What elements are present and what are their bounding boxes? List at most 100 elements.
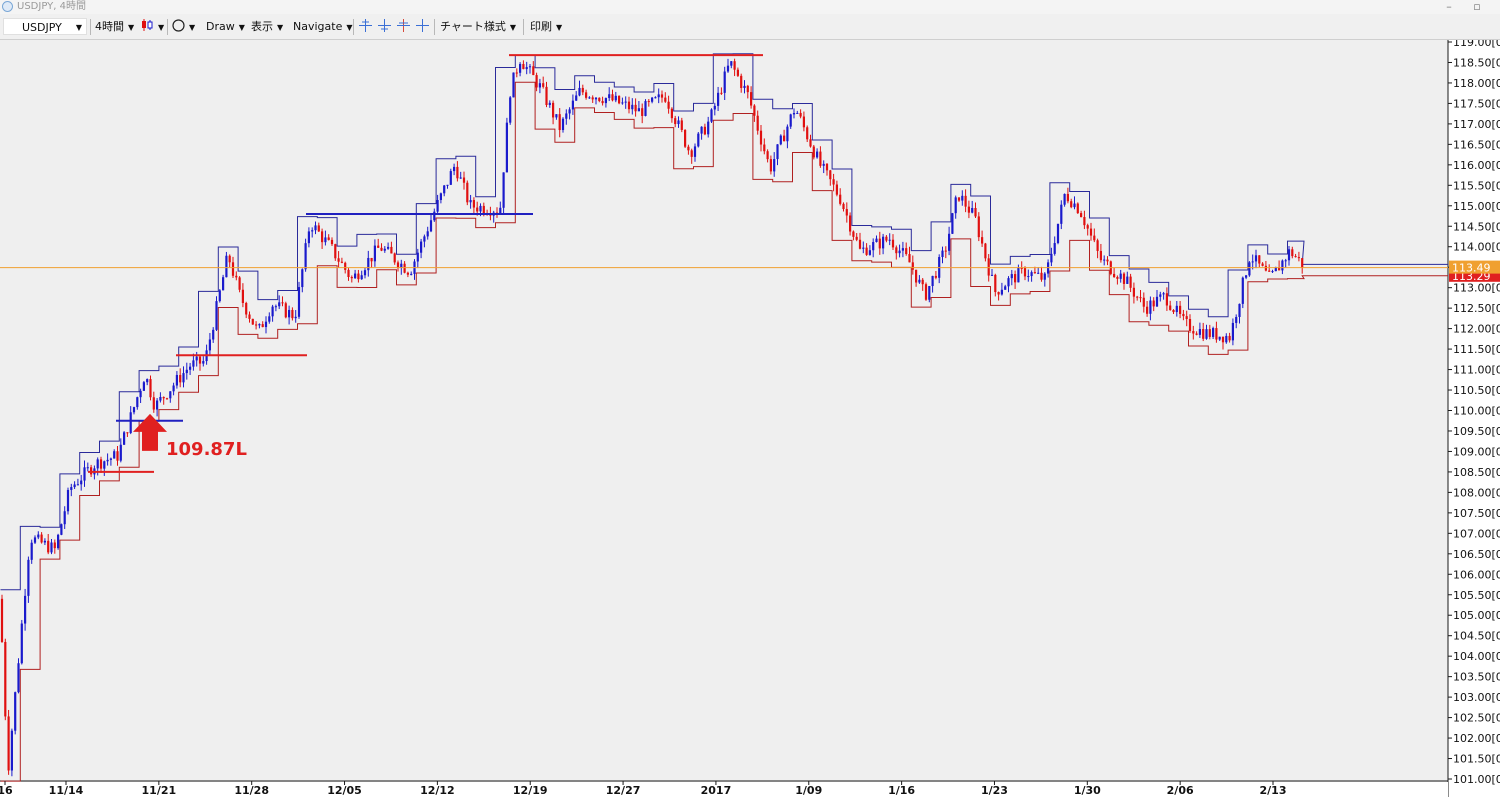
crosshair-button-3[interactable] (396, 18, 411, 36)
crosshair-button-4[interactable] (415, 18, 430, 36)
candle-body (829, 170, 832, 180)
draw-menu[interactable]: Draw ▼ (206, 18, 245, 36)
candle-body (684, 129, 687, 147)
chart-style-menu[interactable]: チャート様式 ▼ (440, 18, 516, 36)
candle-body (337, 258, 340, 262)
candle-body (895, 247, 898, 254)
price-tick-label: 116.50[0 (1453, 138, 1500, 151)
candle-body (334, 244, 337, 259)
price-tick-label: 110.50[0 (1453, 384, 1500, 397)
candle-body (172, 385, 175, 392)
candle-body (307, 231, 310, 244)
candle-body (651, 97, 654, 102)
price-tick-label: 112.50[0 (1453, 302, 1500, 315)
price-chart[interactable]: 109.87L 119.00[0 118.50[0 118.00[0 117.50[0… (0, 36, 1500, 797)
candle-body (1268, 270, 1271, 272)
candle-body (987, 258, 990, 276)
restore-icon[interactable]: ▫ (1466, 0, 1488, 14)
candle-body (43, 540, 46, 543)
candle-body (1073, 203, 1076, 208)
candle-body (380, 247, 383, 251)
candle-body (891, 239, 895, 248)
candle-body (14, 692, 17, 731)
timeframe-dropdown[interactable]: 4時間 ▼ (95, 18, 134, 36)
candle-body (647, 101, 650, 103)
chart-area[interactable]: 109.87L 119.00[0 118.50[0 118.00[0 117.50[0… (0, 36, 1500, 797)
candle-body (532, 66, 535, 76)
candle-body (618, 95, 621, 104)
candle-body (185, 369, 188, 374)
price-tags: 113.29113.49 (1449, 260, 1500, 283)
candle-body (1017, 267, 1020, 283)
candle-body (519, 63, 522, 73)
crosshair-icon (359, 19, 372, 32)
candle-body (113, 451, 116, 459)
candle-body (152, 397, 155, 410)
candle-body (552, 102, 555, 118)
print-menu[interactable]: 印刷 ▼ (530, 18, 562, 36)
candle-body (179, 374, 182, 383)
candle-body (423, 236, 426, 242)
candle-body (340, 261, 343, 263)
minimize-icon[interactable]: – (1438, 0, 1460, 14)
candle-body (720, 92, 723, 94)
window-title-bar: USDJPY, 4時間 – ▫ (0, 0, 1500, 14)
candle-body (1179, 305, 1182, 314)
chevron-down-icon: ▼ (509, 23, 517, 32)
candle-body (1188, 318, 1192, 332)
price-tick-label: 113.00[0 (1453, 282, 1500, 295)
time-tick-label: 1/23 (981, 784, 1008, 797)
price-tick-label: 101.50[0 (1453, 753, 1500, 766)
candle-style-dropdown[interactable]: ▼ (140, 18, 164, 36)
time-tick-label: 11/14 (49, 784, 84, 797)
candle-body (1060, 204, 1063, 224)
candle-body (862, 247, 865, 249)
current-price-tag-label: 113.49 (1452, 262, 1491, 275)
crosshair-icon (416, 19, 429, 32)
candle-body (1159, 294, 1162, 297)
candle-body (218, 290, 221, 302)
candle-body (271, 306, 274, 317)
navigate-menu[interactable]: Navigate ▼ (293, 18, 353, 36)
candle-body (522, 63, 525, 70)
candle-body (726, 65, 730, 72)
candle-body (773, 159, 776, 172)
candle-body (1169, 305, 1172, 310)
candle-body (479, 205, 482, 212)
candle-body (611, 94, 614, 101)
candle-body (241, 289, 244, 303)
candle-body (33, 537, 37, 543)
crosshair-button-2[interactable] (377, 18, 392, 36)
candle-body (905, 248, 908, 255)
candle-body (654, 97, 657, 99)
candle-body (165, 398, 169, 400)
candle-body (924, 284, 928, 300)
candle-body (657, 94, 660, 98)
candle-body (882, 236, 885, 249)
candle-body (1231, 322, 1234, 341)
price-tick-label: 103.50[0 (1453, 671, 1500, 684)
candle-body (1218, 336, 1221, 340)
time-tick-label: 12/05 (327, 784, 362, 797)
candle-body (928, 286, 931, 300)
symbol-select[interactable]: USDJPY ▼ (3, 18, 87, 35)
candle-body (594, 97, 598, 100)
price-tick-label: 115.00[0 (1453, 200, 1500, 213)
candle-body (66, 489, 70, 512)
candle-body (1142, 297, 1145, 307)
crosshair-button-1[interactable] (358, 18, 373, 36)
candle-body (202, 361, 205, 364)
shape-tool-dropdown[interactable]: ▼ (172, 18, 195, 36)
candle-body (717, 92, 720, 106)
candle-body (707, 121, 710, 135)
display-menu[interactable]: 表示 ▼ (251, 18, 283, 36)
candle-body (542, 83, 545, 87)
candle-body (453, 166, 456, 172)
candle-body (350, 277, 353, 279)
time-tick-label: 2/13 (1260, 784, 1287, 797)
candle-body (911, 262, 914, 270)
candle-body (317, 225, 320, 232)
candle-body (363, 270, 367, 276)
price-tick-label: 117.50[0 (1453, 97, 1500, 110)
candle-body (776, 144, 779, 160)
